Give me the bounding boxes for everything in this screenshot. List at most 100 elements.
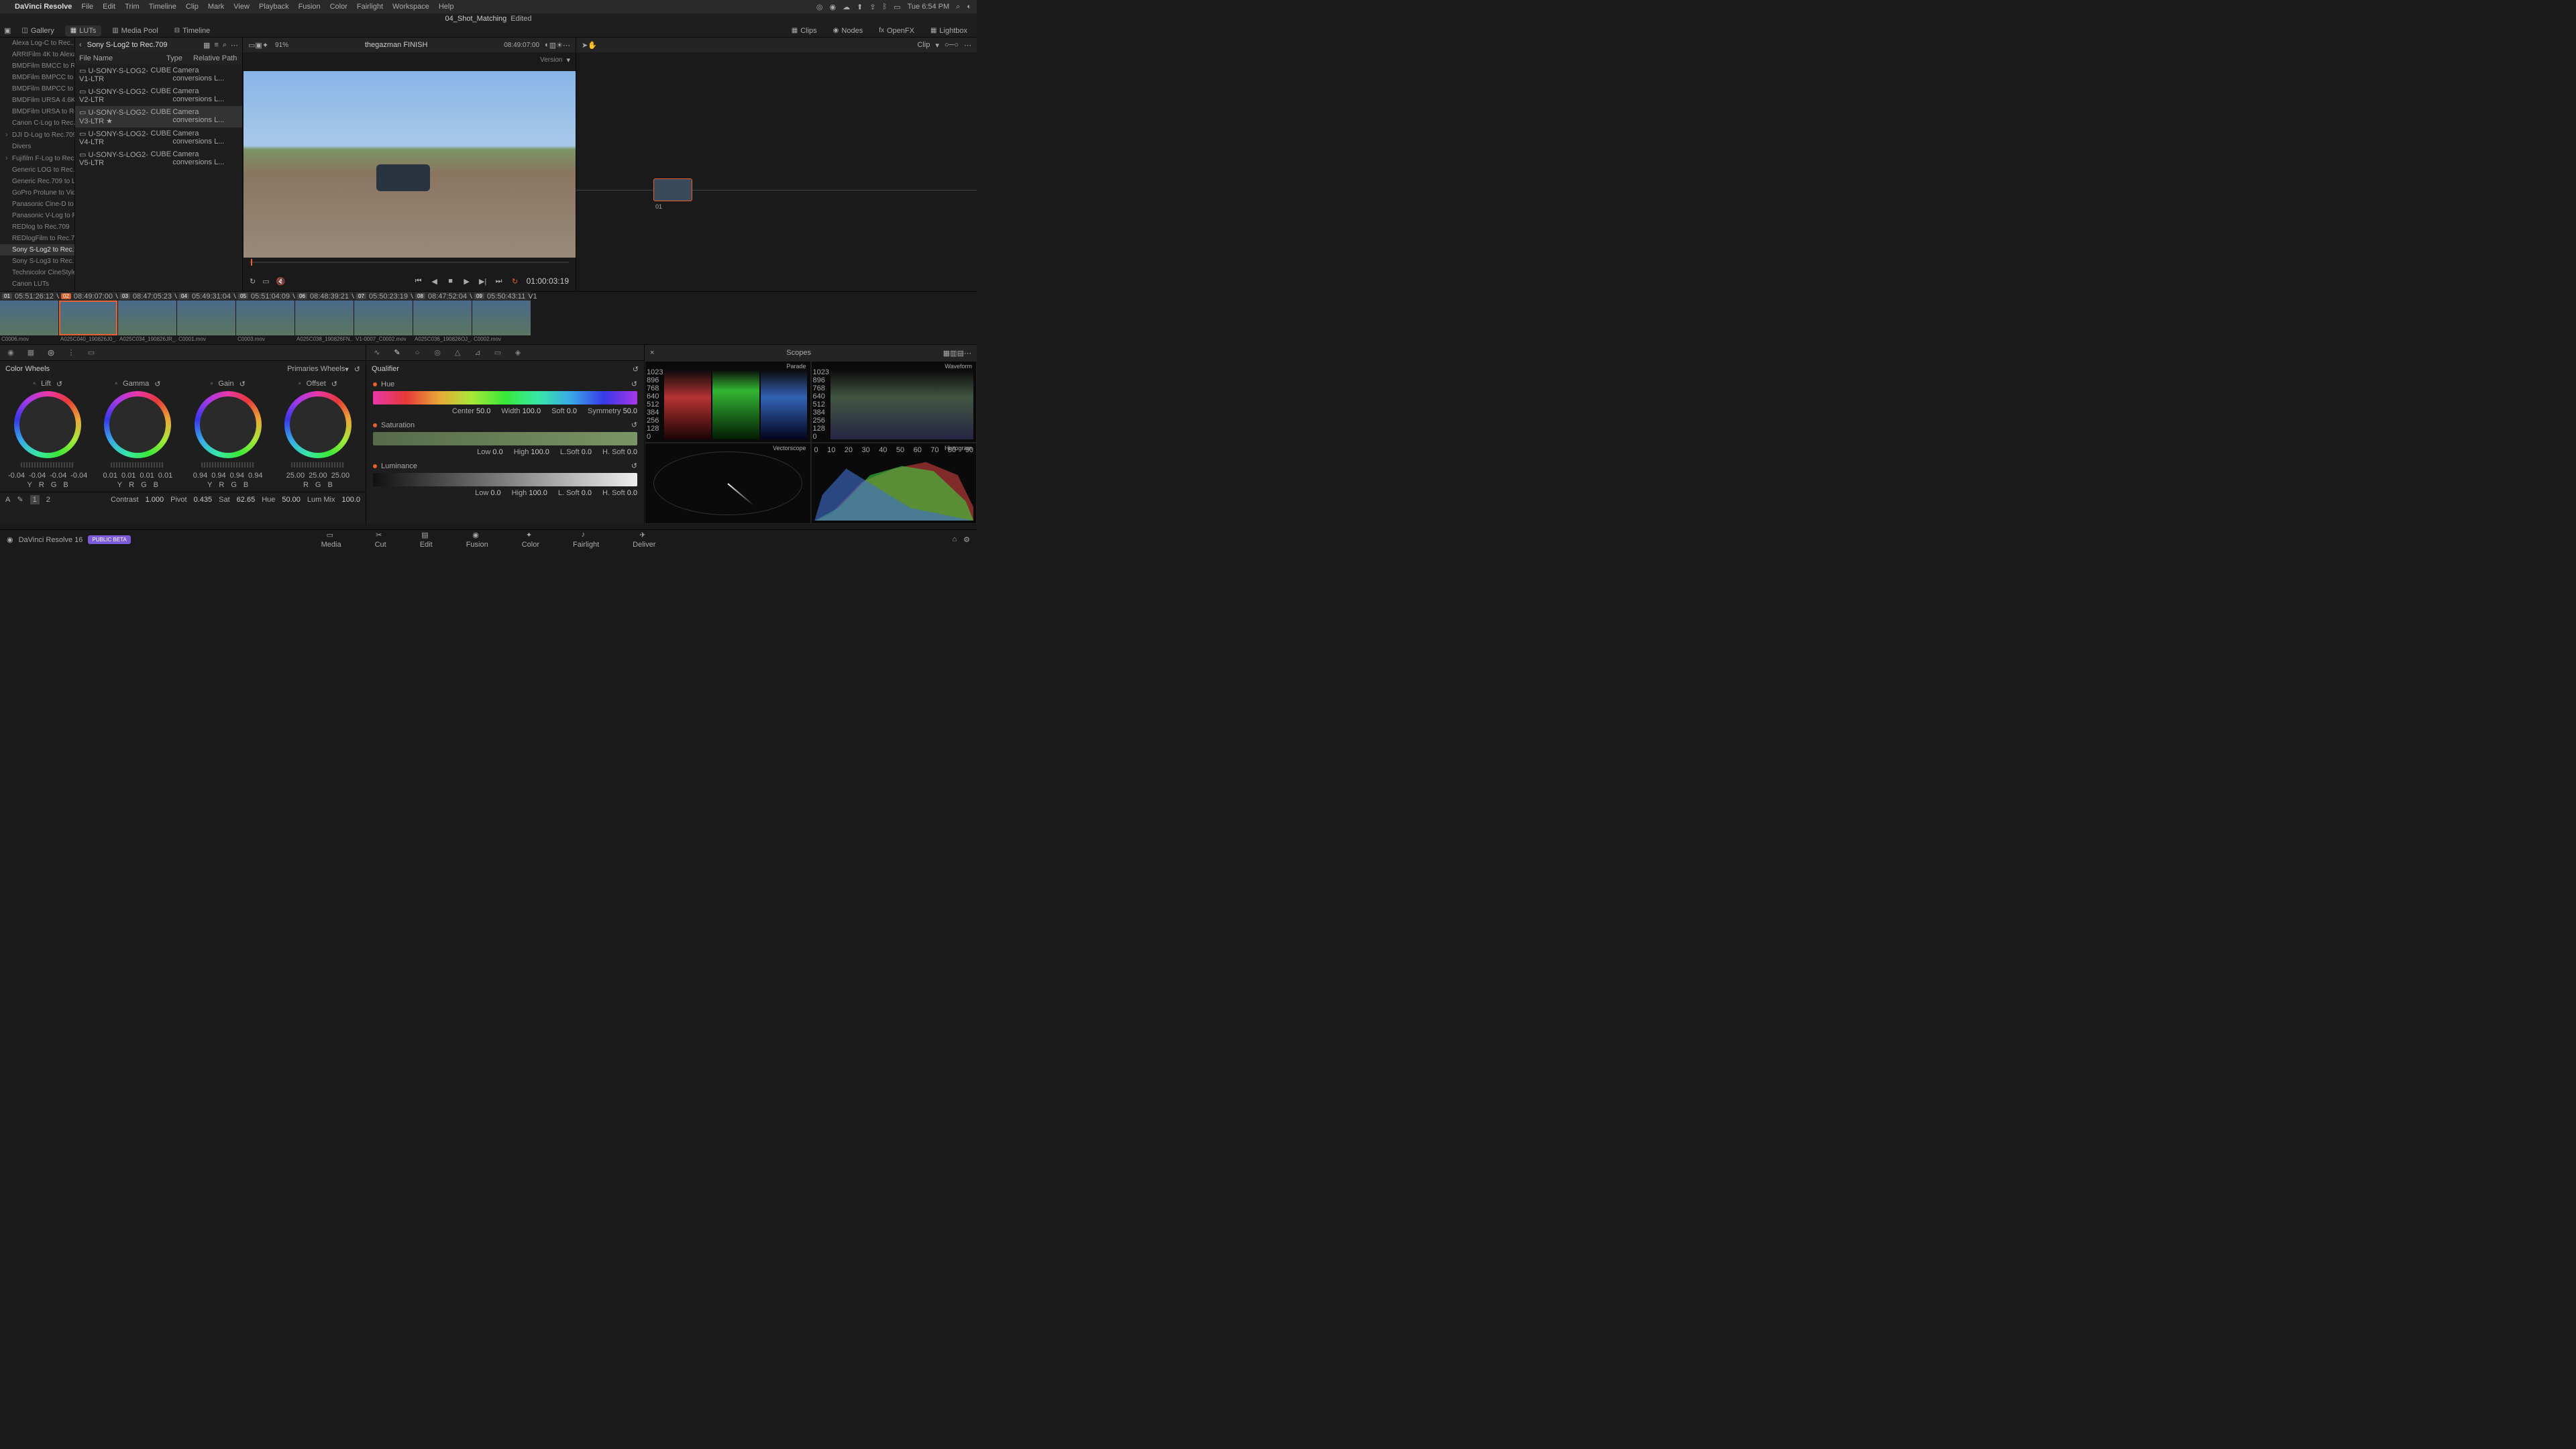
clip-thumbnail[interactable]: 0808:47:52:04V1A025C036_190826OJ_... [413,292,472,344]
sidebar-item[interactable]: Cinespace [0,290,74,291]
wand-icon[interactable]: ✦ [262,41,268,50]
layout-icon[interactable]: ▥ [950,349,957,358]
sizing-icon[interactable]: ▭ [492,347,503,358]
chevron-down-icon[interactable]: ▾ [345,365,349,374]
3d-icon[interactable]: ◈ [513,347,523,358]
wheel-control[interactable] [104,391,171,458]
play-button[interactable]: ▶ [462,276,472,286]
waveform-scope[interactable]: Waveform 10238967686405123842561280 [811,361,977,443]
page-fairlight[interactable]: ♪Fairlight [573,531,599,549]
sidebar-item[interactable]: Panasonic V-Log to Re... [0,210,74,221]
clip-thumbnail[interactable]: 0905:50:43:11V1C0002.mov [472,292,531,344]
menu-fusion[interactable]: Fusion [299,3,321,11]
menu-file[interactable]: File [81,3,93,11]
sidebar-item[interactable]: GoPro Protune to Video [0,187,74,199]
sidebar-item[interactable]: Canon C-Log to Rec.7... [0,117,74,129]
back-icon[interactable]: ‹ [79,41,82,49]
sidebar-item[interactable]: Sony S-Log3 to Rec.709 [0,256,74,267]
tracking-icon[interactable]: ◎ [432,347,443,358]
zoom-level[interactable]: 91% [275,42,288,49]
cloud-icon[interactable]: ☁ [843,3,850,11]
next-frame-button[interactable]: ▶| [478,276,488,286]
options-icon[interactable]: ⋯ [563,41,570,50]
sidebar-item[interactable]: Generic Rec.709 to LOG [0,176,74,187]
picker-icon[interactable]: ✎ [17,495,23,504]
resolve-icon[interactable]: ◉ [7,535,13,544]
lut-row[interactable]: ▭ U-SONY-S-LOG2-V4-LTRCUBECamera convers… [75,127,242,148]
qualifier-icon[interactable]: ✎ [392,347,402,358]
clip-thumbnail[interactable]: 0105:51:26:12V1C0006.mov [0,292,58,344]
pivot-value[interactable]: 0.435 [194,496,213,504]
slider-icon[interactable]: ○─○ [945,41,959,50]
status-icon[interactable]: ◎ [816,3,823,11]
clip-thumbnail[interactable]: 0705:50:23:19V1V1-0007_C0002.mov [354,292,413,344]
fit-icon[interactable]: ▭ [248,41,255,50]
menu-mark[interactable]: Mark [208,3,224,11]
sat-value[interactable]: 62.65 [237,496,256,504]
page-cut[interactable]: ✂Cut [375,531,386,549]
options-icon[interactable]: ⋯ [964,349,971,358]
layout-icon[interactable]: ▤ [957,349,964,358]
battery-icon[interactable]: ▭ [894,3,900,11]
clip-thumbnail[interactable]: 0405:49:31:04V1C0001.mov [177,292,235,344]
lummix-value[interactable]: 100.0 [341,496,360,504]
menu-edit[interactable]: Edit [103,3,115,11]
grid-view-icon[interactable]: ▦ [203,41,210,50]
lut-row[interactable]: ▭ U-SONY-S-LOG2-V1-LTRCUBECamera convers… [75,64,242,85]
tab-mediapool[interactable]: ▥ Media Pool [107,25,164,36]
jog-wheel[interactable] [291,462,345,468]
page-fusion[interactable]: ◉Fusion [466,531,488,549]
tab-lightbox[interactable]: ▦ Lightbox [925,25,973,36]
clip-thumbnail[interactable]: 0208:49:07:00V1A025C040_190826J0_... [59,292,117,344]
menu-color[interactable]: Color [330,3,347,11]
sidebar-item[interactable]: REDlogFilm to Rec.709 [0,233,74,244]
node-graph[interactable]: 01 [576,52,977,291]
page-2[interactable]: 2 [46,496,50,504]
bluetooth-icon[interactable]: ᛒ [883,3,888,11]
menu-trim[interactable]: Trim [125,3,140,11]
sidebar-item[interactable]: ›Fujifilm F-Log to Rec.709 [0,152,74,164]
key-icon[interactable]: ⊿ [472,347,483,358]
col-type[interactable]: Type [166,54,193,62]
tab-gallery[interactable]: ◫ Gallery [16,25,59,36]
parade-scope[interactable]: Parade 10238967686405123842561280 [645,361,811,443]
sidebar-item[interactable]: BMDFilm BMPCC to R... [0,72,74,83]
color-wheels-icon[interactable]: ◎ [46,347,56,358]
wheels-mode[interactable]: Primaries Wheels [287,365,345,373]
options-icon[interactable]: ⋯ [231,41,238,50]
view-icon[interactable]: ▣ [255,41,262,50]
motion-effects-icon[interactable]: ▭ [86,347,97,358]
jog-wheel[interactable] [21,462,74,468]
chevron-down-icon[interactable]: ▾ [566,56,570,64]
panel-toggle-icon[interactable]: ▣ [4,26,11,35]
lut-row[interactable]: ▭ U-SONY-S-LOG2-V3-LTR ★CUBECamera conve… [75,106,242,127]
histogram-scope[interactable]: Histogram 0102030405060708090 [811,443,977,525]
sidebar-item[interactable]: ›DJI D-Log to Rec.709 [0,129,74,141]
reset-icon[interactable]: ↺ [354,365,360,374]
search-icon[interactable]: ⌕ [956,3,960,11]
mute-icon[interactable]: 🔇 [276,277,286,286]
sidebar-item[interactable]: Canon LUTs [0,278,74,290]
lut-row[interactable]: ▭ U-SONY-S-LOG2-V2-LTRCUBECamera convers… [75,85,242,106]
chevron-down-icon[interactable]: ▾ [935,41,939,50]
last-frame-button[interactable]: ⏭ [494,276,504,286]
settings-icon[interactable]: ⚙ [963,535,970,544]
siri-icon[interactable]: ◐ [967,3,971,11]
layout-icon[interactable]: ▦ [943,349,950,358]
sidebar-item[interactable]: Sony S-Log2 to Rec.709 [0,244,74,256]
tab-timeline[interactable]: ⊟ Timeline [169,25,216,36]
search-icon[interactable]: ⌕ [223,41,227,50]
reset-icon[interactable]: ↺ [633,365,639,374]
jog-wheel[interactable] [111,462,164,468]
sidebar-item[interactable]: Generic LOG to Rec.709 [0,164,74,176]
sidebar-item[interactable]: Divers [0,141,74,152]
sidebar-item[interactable]: Panasonic Cine-D to Re... [0,199,74,210]
blur-icon[interactable]: △ [452,347,463,358]
page-color[interactable]: ✦Color [522,531,539,549]
home-icon[interactable]: ⌂ [952,535,957,544]
clip-thumbnail[interactable]: 0505:51:04:09V1C0003.mov [236,292,294,344]
sidebar-item[interactable]: REDlog to Rec.709 [0,221,74,233]
highlight-icon[interactable]: ☀ [556,41,563,50]
loop-icon[interactable]: ↻ [250,277,256,286]
wheel-control[interactable] [284,391,352,458]
